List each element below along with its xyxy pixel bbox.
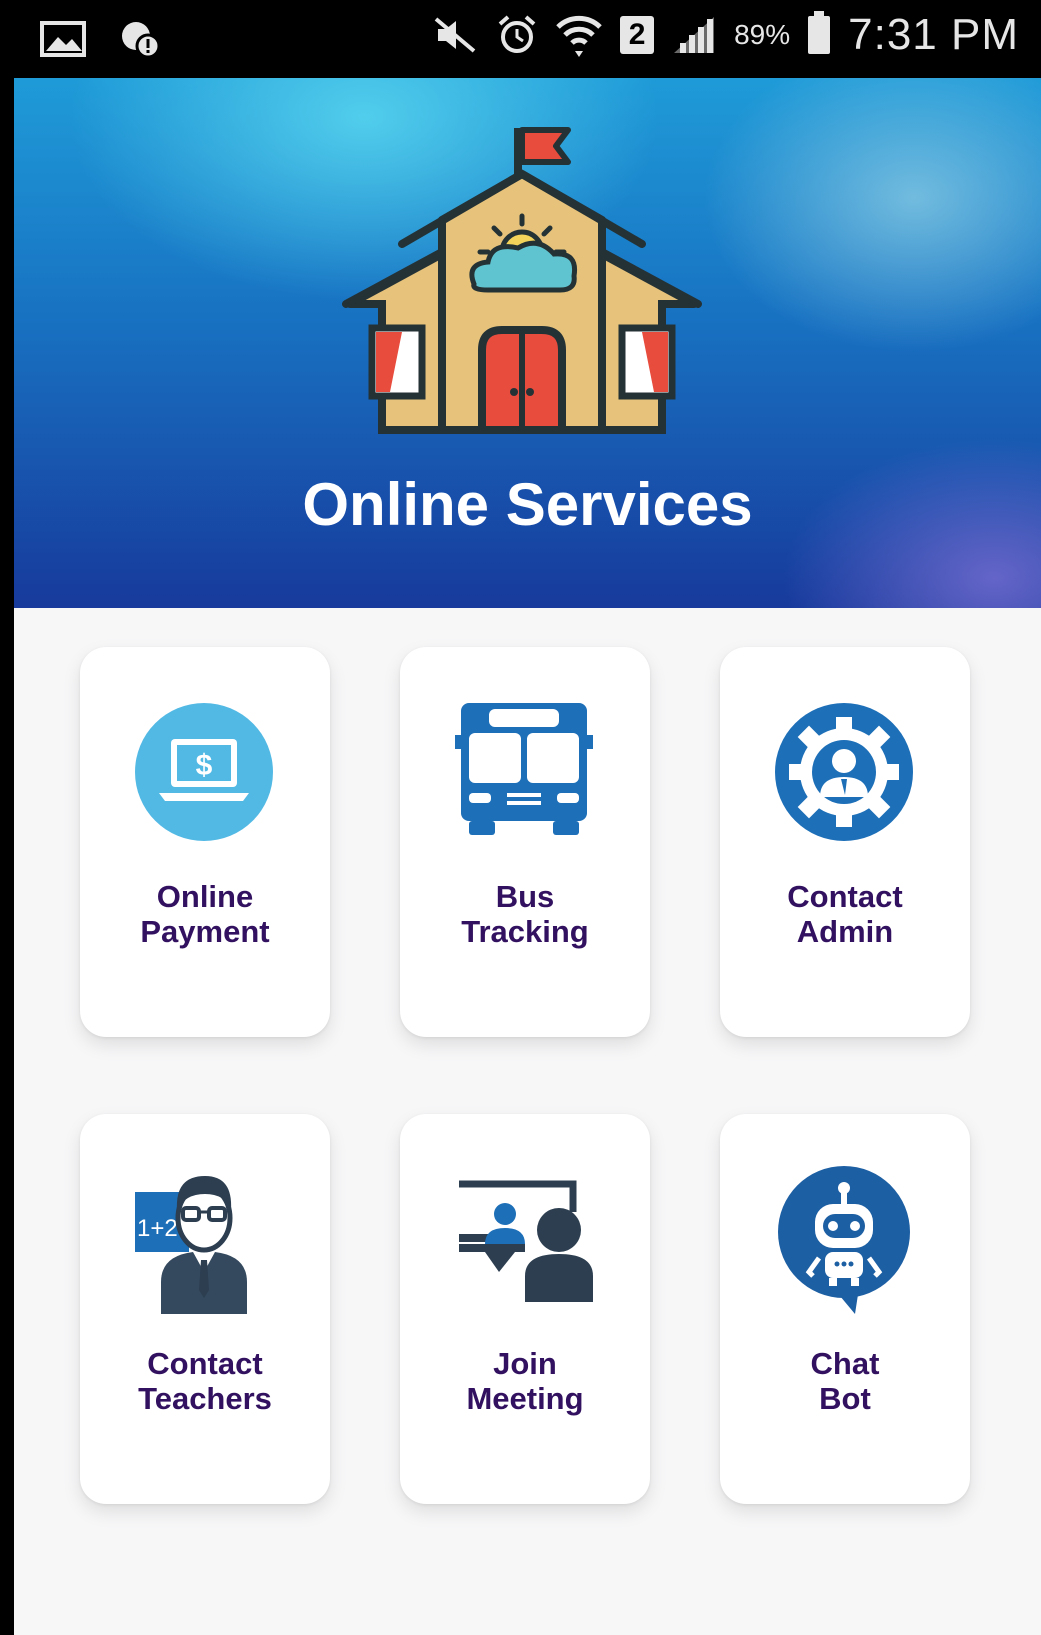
- service-label-line2: Payment: [140, 914, 270, 949]
- admin-icon: [775, 703, 913, 841]
- app-content: Online Services $ Online Payment Bus Tra…: [14, 78, 1041, 1635]
- service-label-line1: Contact: [147, 1346, 263, 1381]
- math-board-text: 1+2: [137, 1215, 178, 1242]
- service-label: Contact Teachers: [80, 1346, 330, 1416]
- school-building-icon: [342, 127, 702, 434]
- bus-tracking-card[interactable]: Bus Tracking: [400, 647, 650, 1037]
- payment-icon: $: [135, 703, 273, 841]
- phone-screen: 2 89% 7:31 PM Online Services $ Online P…: [0, 0, 1041, 1635]
- header-banner: Online Services: [14, 78, 1041, 608]
- status-right-icons: 2 89% 7:31 PM: [432, 10, 1019, 60]
- alarm-icon: [498, 15, 536, 53]
- chatbot-icon: [778, 1166, 910, 1314]
- wifi-icon: [556, 15, 602, 57]
- sim-badge: 2: [620, 16, 655, 54]
- meeting-icon: [459, 1180, 593, 1302]
- teacher-icon: 1+2: [135, 1176, 247, 1314]
- bus-icon: [455, 703, 593, 835]
- service-label-line2: Tracking: [461, 914, 589, 949]
- join-meeting-card[interactable]: Join Meeting: [400, 1114, 650, 1504]
- contact-teachers-card[interactable]: 1+2 Contact Teachers: [80, 1114, 330, 1504]
- location-alert-icon: [122, 22, 161, 59]
- service-label: Bus Tracking: [400, 879, 650, 949]
- contact-admin-card[interactable]: Contact Admin: [720, 647, 970, 1037]
- status-left-icons: [40, 18, 162, 60]
- chat-bot-card[interactable]: Chat Bot: [720, 1114, 970, 1504]
- service-label-line1: Contact: [787, 879, 903, 914]
- service-label-line1: Bus: [495, 879, 555, 914]
- online-payment-card[interactable]: $ Online Payment: [80, 647, 330, 1037]
- page-title: Online Services: [302, 471, 753, 538]
- service-label-line2: Bot: [819, 1381, 871, 1416]
- service-label: Online Payment: [80, 879, 330, 949]
- gallery-notification-icon: [40, 21, 86, 57]
- battery-percent: 89%: [734, 19, 791, 50]
- status-bar: 2 89% 7:31 PM: [0, 0, 1041, 78]
- service-label: Chat Bot: [720, 1346, 970, 1416]
- dollar-sign: $: [196, 749, 213, 782]
- signal-icon: [674, 17, 715, 53]
- service-label-line2: Admin: [796, 914, 894, 949]
- service-label: Contact Admin: [720, 879, 970, 949]
- service-label-line1: Online: [156, 879, 254, 914]
- mute-icon: [434, 17, 476, 53]
- service-label: Join Meeting: [400, 1346, 650, 1416]
- service-label-line1: Chat: [810, 1346, 880, 1381]
- service-label-line2: Teachers: [138, 1381, 272, 1416]
- service-label-line1: Join: [493, 1346, 557, 1381]
- service-label-line2: Meeting: [466, 1381, 584, 1416]
- clock: 7:31 PM: [848, 10, 1019, 59]
- battery-icon: [808, 11, 831, 54]
